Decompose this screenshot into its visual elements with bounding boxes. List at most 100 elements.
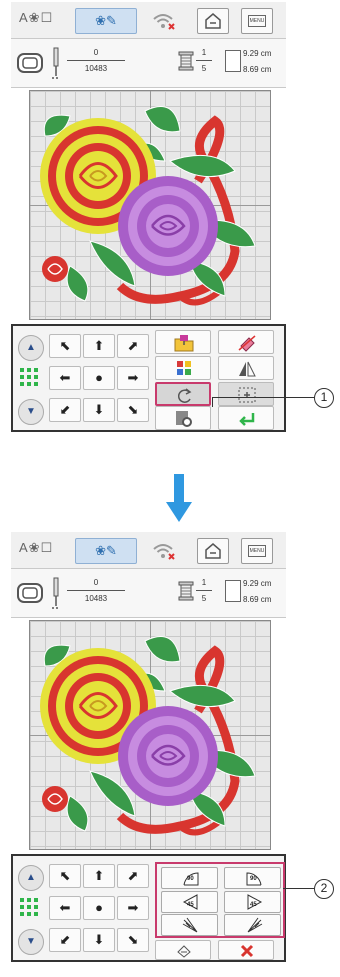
edit-control-panel: ▲ ▼ ⬉ ⬆ ⬈ ⬅ ● ➡ ⬋ ⬇ ⬊ 90 90 45 45	[11, 854, 286, 962]
triangle-down-icon: ▼	[26, 936, 36, 947]
down-arrow-icon	[166, 474, 192, 522]
gear-icon	[176, 411, 192, 427]
move-grid-icon	[20, 898, 38, 916]
top-toolbar: A❀☐ ❀✎ MENU	[11, 2, 286, 39]
move-up-right-button[interactable]: ⬈	[117, 334, 149, 358]
arrow-down-icon: ⬇	[93, 932, 105, 947]
mirror-icon	[239, 361, 256, 377]
thread-spool-icon	[178, 51, 194, 71]
divider	[67, 60, 125, 61]
move-up-right-button[interactable]: ⬈	[117, 864, 149, 888]
size-down-button[interactable]: ▼	[18, 929, 44, 955]
pattern-size-icon	[225, 50, 241, 72]
move-down-button[interactable]: ⬇	[83, 928, 115, 952]
center-dot-icon: ●	[95, 900, 103, 915]
embroidery-frame-icon[interactable]	[15, 51, 45, 75]
mode-text-label: A	[19, 540, 29, 555]
reset-rotation-button[interactable]	[155, 940, 211, 960]
divider	[67, 590, 125, 591]
move-up-button[interactable]: ⬆	[83, 334, 115, 358]
rotate-right-1-degree-button[interactable]	[224, 914, 281, 936]
mirror-button[interactable]	[218, 356, 274, 380]
rotate-options-group: 90 90 45 45	[155, 862, 285, 938]
rotate-left-45-button[interactable]: 45	[161, 891, 218, 913]
save-pattern-button[interactable]	[155, 330, 211, 354]
resize-button[interactable]	[218, 382, 274, 406]
embroidery-mode-tab[interactable]: ❀✎	[75, 8, 137, 34]
top-toolbar: A❀☐ ❀✎ MENU	[11, 532, 286, 569]
mode-text-label: A	[19, 10, 29, 25]
utility-mode-tab[interactable]: A❀☐	[19, 540, 73, 562]
sewing-key-button[interactable]	[197, 8, 229, 34]
move-up-left-button[interactable]: ⬉	[49, 334, 81, 358]
pattern-info-bar: 0 10483 1 5 9.29 cm 8.69 cm	[11, 39, 286, 88]
arrow-up-left-icon: ⬉	[59, 338, 71, 353]
stitch-count-total: 10483	[84, 594, 108, 603]
move-center-button[interactable]: ●	[83, 366, 115, 390]
rotate-left-90-button[interactable]: 90	[161, 867, 218, 889]
pattern-width: 9.29 cm	[243, 49, 272, 58]
move-up-left-button[interactable]: ⬉	[49, 864, 81, 888]
needle-icon	[51, 576, 61, 610]
embroidery-preview-canvas[interactable]	[29, 90, 271, 320]
flower-icon: ❀	[95, 543, 106, 558]
ok-button[interactable]	[218, 406, 274, 430]
triangle-up-icon: ▲	[26, 342, 36, 353]
move-right-button[interactable]: ➡	[117, 896, 149, 920]
divider	[196, 590, 212, 591]
menu-button[interactable]: MENU	[241, 538, 273, 564]
embroidery-preview-canvas[interactable]	[29, 620, 271, 850]
utility-mode-tab[interactable]: A❀☐	[19, 10, 73, 32]
rotate-right-90-button[interactable]: 90	[224, 867, 281, 889]
divider	[196, 60, 212, 61]
move-left-button[interactable]: ⬅	[49, 896, 81, 920]
flower-icon: ❀	[28, 540, 41, 555]
pattern-info-bar: 0 10483 1 5 9.29 cm 8.69 cm	[11, 569, 286, 618]
embroidery-edit-screen-rotate: A❀☐ ❀✎ MENU 0 10483 1 5 9.29 cm 8.69 cm …	[11, 532, 286, 962]
delete-pattern-button[interactable]	[218, 330, 274, 354]
close-button[interactable]	[218, 940, 274, 960]
move-right-button[interactable]: ➡	[117, 366, 149, 390]
arrow-right-icon: ➡	[127, 370, 139, 385]
needle-icon	[51, 46, 61, 80]
embroidery-mode-tab[interactable]: ❀✎	[75, 538, 137, 564]
thread-color-change-button[interactable]	[155, 356, 211, 380]
rose-embroidery-pattern	[30, 621, 270, 849]
move-down-left-button[interactable]: ⬋	[49, 398, 81, 422]
rotate-right-fine-icon	[247, 917, 263, 933]
embroidery-settings-button[interactable]	[155, 406, 211, 430]
size-up-button[interactable]: ▲	[18, 335, 44, 361]
wifi-disconnected-icon[interactable]	[151, 540, 177, 562]
size-down-button[interactable]: ▼	[18, 399, 44, 425]
rotate-button[interactable]	[155, 382, 211, 406]
wifi-disconnected-icon[interactable]	[151, 10, 177, 32]
arrow-down-left-icon: ⬋	[59, 402, 71, 417]
embroidery-frame-icon[interactable]	[15, 581, 45, 605]
size-up-button[interactable]: ▲	[18, 865, 44, 891]
callout-leader	[212, 397, 314, 398]
rotate-left-1-degree-button[interactable]	[161, 914, 218, 936]
rotate-right-45-label: 45	[250, 902, 257, 908]
move-left-button[interactable]: ⬅	[49, 366, 81, 390]
move-up-button[interactable]: ⬆	[83, 864, 115, 888]
rotate-right-45-button[interactable]: 45	[224, 891, 281, 913]
thread-color-total: 5	[201, 64, 207, 73]
callout-2: 2	[314, 879, 334, 899]
stitch-count-current: 0	[93, 578, 99, 587]
move-down-left-button[interactable]: ⬋	[49, 928, 81, 952]
resize-icon	[238, 387, 256, 403]
pattern-width: 9.29 cm	[243, 579, 272, 588]
color-palette-icon	[177, 361, 191, 375]
move-center-button[interactable]: ●	[83, 896, 115, 920]
move-down-button[interactable]: ⬇	[83, 398, 115, 422]
enter-icon	[239, 413, 255, 426]
folder-save-icon	[174, 335, 194, 352]
sewing-key-button[interactable]	[197, 538, 229, 564]
arrow-down-right-icon: ⬊	[127, 932, 139, 947]
move-down-right-button[interactable]: ⬊	[117, 398, 149, 422]
arrow-up-right-icon: ⬈	[127, 338, 139, 353]
flower-icon: ❀	[95, 13, 106, 28]
menu-button[interactable]: MENU	[241, 8, 273, 34]
eraser-icon	[238, 335, 256, 352]
move-down-right-button[interactable]: ⬊	[117, 928, 149, 952]
